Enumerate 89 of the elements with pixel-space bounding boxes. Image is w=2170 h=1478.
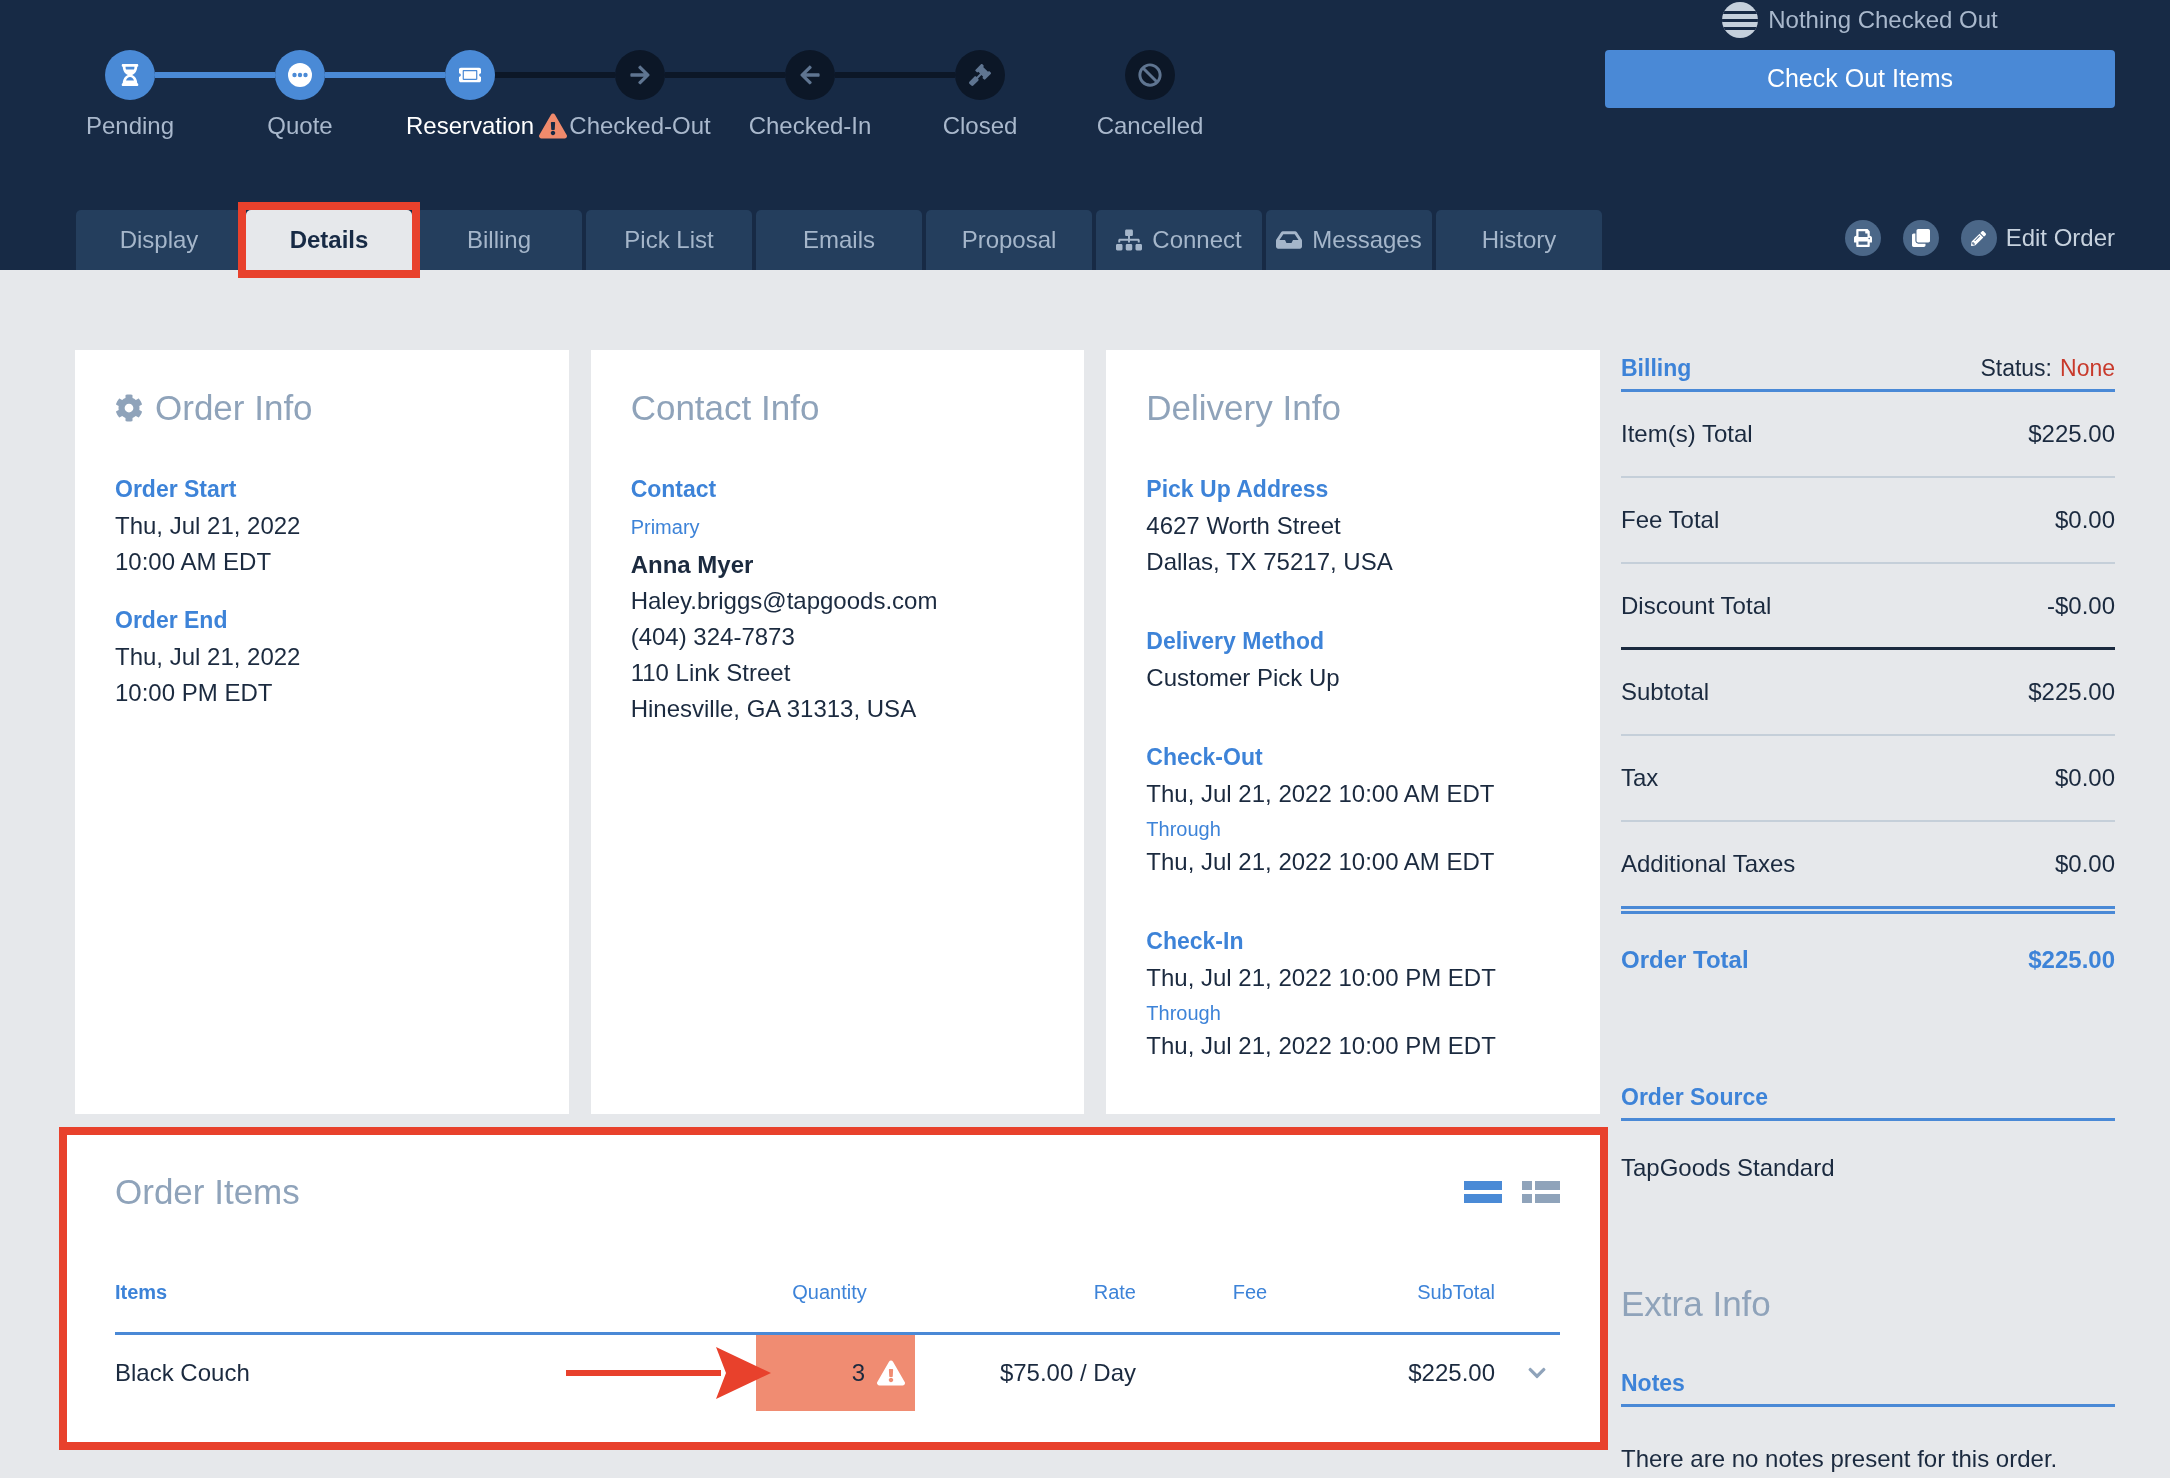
field-value: 110 Link Street xyxy=(630,658,792,688)
tab[interactable]: Details xyxy=(246,210,412,270)
order-source-value: TapGoods Standard xyxy=(1621,1153,1836,1183)
card-title: Contact Info xyxy=(630,388,821,428)
inbox-icon xyxy=(1276,228,1303,252)
field-label: Delivery Method xyxy=(1146,627,1325,656)
step-label: Checked-Out xyxy=(569,112,711,139)
through-label: Through xyxy=(1146,817,1222,842)
field-value: Customer Pick Up xyxy=(1146,663,1341,693)
field-value: 4627 Worth Street xyxy=(1146,511,1342,541)
subtotal-value: $225.00 xyxy=(1407,1358,1495,1388)
quantity-value: 3 xyxy=(851,1358,865,1388)
field-label: Contact xyxy=(630,475,718,504)
field-value: (404) 324-7873 xyxy=(630,622,796,652)
billing-label: Fee Total xyxy=(1621,505,1720,535)
field-value: Thu, Jul 21, 2022 xyxy=(115,642,302,672)
field-label: Check-In xyxy=(1146,927,1245,956)
billing-value: $225.00 xyxy=(2028,419,2115,449)
field-label: Pick Up Address xyxy=(1146,475,1330,504)
field-value: Thu, Jul 21, 2022 10:00 AM EDT xyxy=(1146,847,1496,877)
contact-role: Primary xyxy=(630,515,701,540)
field-value: Haley.briggs@tapgoods.com xyxy=(630,586,939,616)
total-value: $225.00 xyxy=(2028,945,2115,975)
status-label: Status: xyxy=(1980,354,2052,383)
billing-value: $0.00 xyxy=(2054,505,2115,535)
card-title: Delivery Info xyxy=(1146,388,1342,428)
edit-order-button[interactable]: Edit Order xyxy=(1960,220,2115,256)
section-heading: Extra Info xyxy=(1621,1284,1772,1324)
status-value: None xyxy=(2060,354,2115,383)
billing-label: Subtotal xyxy=(1621,677,1710,707)
tab[interactable]: Proposal xyxy=(926,210,1092,270)
billing-label: Item(s) Total xyxy=(1621,419,1753,449)
field-value: Dallas, TX 75217, USA xyxy=(1146,547,1394,577)
field-value: 10:00 AM EDT xyxy=(115,547,273,577)
copy-button[interactable] xyxy=(1902,220,1939,256)
total-label: Order Total xyxy=(1621,945,1749,975)
tab[interactable]: History xyxy=(1436,210,1602,270)
field-value: Thu, Jul 21, 2022 10:00 PM EDT xyxy=(1146,1031,1497,1061)
tab[interactable]: Emails xyxy=(756,210,922,270)
gear-icon xyxy=(115,394,143,422)
section-title: Billing xyxy=(1621,354,1692,383)
through-label: Through xyxy=(1146,1001,1222,1026)
billing-value: $0.00 xyxy=(2054,763,2115,793)
column-header: Fee xyxy=(1231,1280,1269,1304)
notes-text: There are no notes present for this order. xyxy=(1621,1445,2059,1473)
field-label: Order End xyxy=(115,606,229,635)
checkout-status: Nothing Checked Out xyxy=(1768,5,1998,35)
card-title: Order Items xyxy=(115,1172,300,1212)
field-value: 10:00 PM EDT xyxy=(115,678,274,708)
tab[interactable]: Messages xyxy=(1266,210,1432,270)
step-label: Reservation xyxy=(405,112,535,139)
copy-icon xyxy=(1911,229,1930,247)
column-header: SubTotal xyxy=(1416,1280,1495,1304)
contact-name: Anna Myer xyxy=(630,550,755,580)
sitemap-icon xyxy=(1116,228,1143,252)
tab[interactable]: Connect xyxy=(1096,210,1262,270)
field-value: Thu, Jul 21, 2022 xyxy=(115,511,302,541)
rate-value: $75.00 / Day xyxy=(998,1358,1137,1388)
print-button[interactable] xyxy=(1844,220,1881,256)
billing-value: $0.00 xyxy=(2054,849,2115,879)
billing-label: Tax xyxy=(1621,763,1659,793)
step-label: Checked-In xyxy=(748,112,872,139)
column-header: Quantity xyxy=(791,1280,868,1304)
step-label: Closed xyxy=(942,112,1018,139)
field-value: Thu, Jul 21, 2022 10:00 PM EDT xyxy=(1146,963,1497,993)
billing-value: -$0.00 xyxy=(2046,590,2115,621)
pencil-icon xyxy=(1960,220,1997,256)
field-value: Thu, Jul 21, 2022 10:00 AM EDT xyxy=(1146,779,1496,809)
printer-icon xyxy=(1853,229,1872,247)
field-value: Hinesville, GA 31313, USA xyxy=(630,694,918,724)
item-name: Black Couch xyxy=(115,1358,251,1388)
billing-label: Additional Taxes xyxy=(1621,849,1796,879)
step-label: Cancelled xyxy=(1096,111,1204,141)
column-header: Rate xyxy=(1092,1280,1137,1304)
step-label: Quote xyxy=(267,112,333,139)
step-label: Pending xyxy=(85,112,175,139)
tab[interactable]: Pick List xyxy=(586,210,752,270)
section-title: Order Source xyxy=(1621,1083,1768,1112)
card-title: Order Info xyxy=(155,388,313,428)
field-label: Order Start xyxy=(115,475,238,504)
column-header: Items xyxy=(115,1280,169,1304)
table-view-icon[interactable] xyxy=(1522,1181,1560,1203)
check-out-button[interactable]: Check Out Items xyxy=(1605,50,2115,108)
section-title: Notes xyxy=(1621,1369,1685,1398)
warning-icon xyxy=(877,1360,905,1386)
billing-label: Discount Total xyxy=(1621,590,1772,621)
field-label: Check-Out xyxy=(1146,743,1264,772)
billing-value: $225.00 xyxy=(2028,677,2115,707)
list-view-icon[interactable] xyxy=(1464,1181,1502,1203)
